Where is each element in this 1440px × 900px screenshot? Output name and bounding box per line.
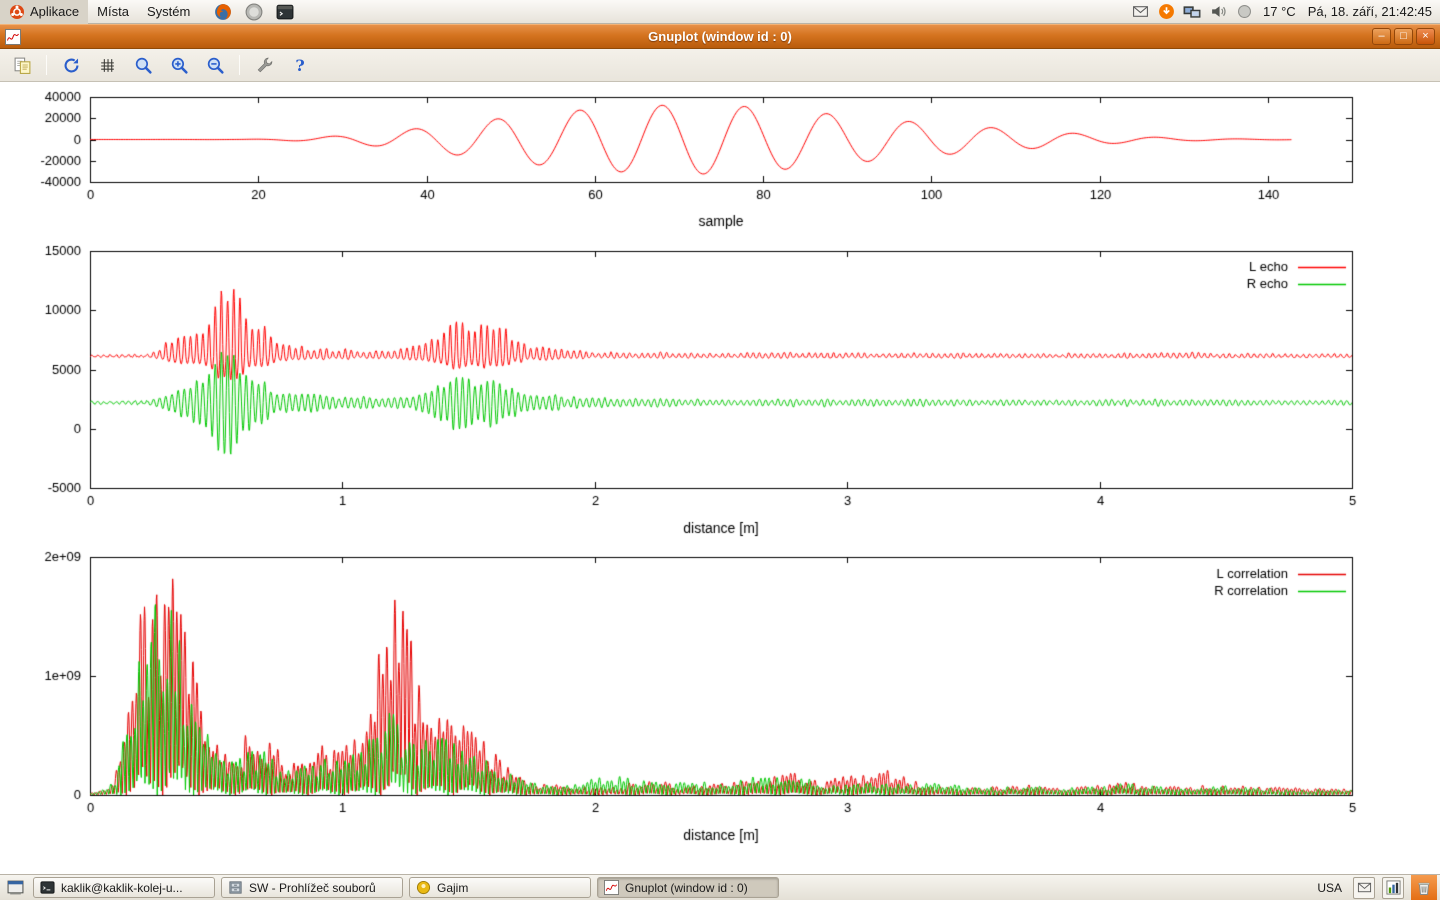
grid-toggle-button[interactable]	[95, 53, 119, 77]
minimize-button[interactable]: –	[1372, 28, 1391, 45]
network-monitor-icon[interactable]	[1183, 3, 1201, 21]
help-button[interactable]: ?	[288, 53, 312, 77]
task-label: Gnuplot (window id : 0)	[625, 881, 748, 895]
desktop: Aplikace Místa Systém	[0, 0, 1440, 900]
menu-system-label: Systém	[147, 4, 190, 19]
weather-icon[interactable]	[1235, 3, 1253, 21]
panel-launchers	[213, 2, 295, 22]
terminal-icon	[40, 880, 55, 895]
window-controls: – □ ×	[1372, 28, 1435, 45]
toolbar-separator	[239, 55, 240, 75]
panel-clock[interactable]: Pá, 18. září, 21:42:45	[1308, 4, 1432, 19]
gnuplot-window: Gnuplot (window id : 0) – □ ×	[0, 24, 1440, 874]
tray-chart-icon[interactable]	[1382, 877, 1404, 899]
gnuplot-icon	[604, 880, 619, 895]
gajim-icon	[416, 880, 431, 895]
task-label: Gajim	[437, 881, 468, 895]
task-file-manager[interactable]: SW - Prohlížeč souborů	[221, 877, 403, 898]
top-panel: Aplikace Místa Systém	[0, 0, 1440, 24]
window-title: Gnuplot (window id : 0)	[0, 29, 1440, 44]
titlebar[interactable]: Gnuplot (window id : 0) – □ ×	[0, 24, 1440, 49]
mail-notifier-icon[interactable]	[1131, 3, 1149, 21]
task-label: SW - Prohlížeč souborů	[249, 881, 376, 895]
config-wrench-button[interactable]	[252, 53, 276, 77]
tray-mail-icon[interactable]	[1353, 877, 1375, 899]
zoom-region-button[interactable]	[131, 53, 155, 77]
firefox-launcher-icon[interactable]	[213, 2, 233, 22]
menu-system[interactable]: Systém	[138, 0, 199, 24]
menu-applications[interactable]: Aplikace	[0, 0, 88, 24]
zoom-out-button[interactable]	[203, 53, 227, 77]
panel-status-area: 17 °C Pá, 18. září, 21:42:45	[1131, 3, 1440, 21]
help-icon: ?	[295, 56, 304, 75]
file-manager-icon	[228, 880, 243, 895]
weather-temperature[interactable]: 17 °C	[1263, 4, 1296, 19]
ubuntu-logo-icon	[9, 4, 25, 20]
copy-to-clipboard-button[interactable]	[10, 53, 34, 77]
trash-button[interactable]	[1411, 875, 1437, 900]
taskbar-right: USA	[1313, 875, 1437, 900]
taskbar: kaklik@kaklik-kolej-u... SW - Prohlížeč …	[0, 874, 1440, 900]
menu-places-label: Místa	[97, 4, 129, 19]
maximize-button[interactable]: □	[1394, 28, 1413, 45]
task-gajim[interactable]: Gajim	[409, 877, 591, 898]
keyboard-layout-indicator[interactable]: USA	[1313, 881, 1346, 895]
menu-places[interactable]: Místa	[88, 0, 138, 24]
toolbar-separator	[46, 55, 47, 75]
zoom-in-button[interactable]	[167, 53, 191, 77]
menu-applications-label: Aplikace	[30, 4, 79, 19]
replot-refresh-button[interactable]	[59, 53, 83, 77]
terminal-launcher-icon[interactable]	[275, 2, 295, 22]
plot-canvas[interactable]	[0, 82, 1440, 874]
volume-icon[interactable]	[1209, 3, 1227, 21]
gnuplot-window-icon	[5, 29, 21, 45]
help-launcher-icon[interactable]	[244, 2, 264, 22]
task-gnuplot[interactable]: Gnuplot (window id : 0)	[597, 877, 779, 898]
close-button[interactable]: ×	[1416, 28, 1435, 45]
task-terminal[interactable]: kaklik@kaklik-kolej-u...	[33, 877, 215, 898]
update-manager-icon[interactable]	[1157, 3, 1175, 21]
show-desktop-button[interactable]	[3, 877, 27, 899]
toolbar: ?	[0, 49, 1440, 82]
task-label: kaklik@kaklik-kolej-u...	[61, 881, 183, 895]
plot-area	[0, 82, 1440, 874]
